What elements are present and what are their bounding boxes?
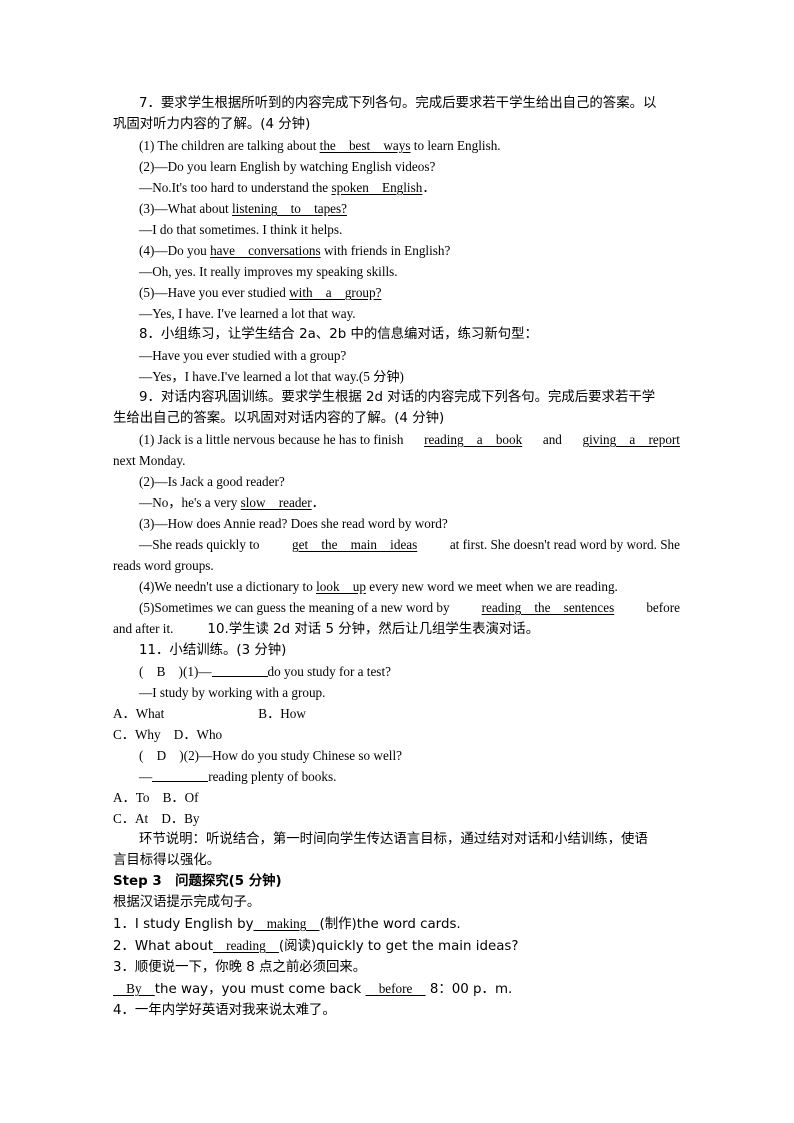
exercise-9-5-suffix: before <box>643 600 680 615</box>
exercise-7-3-answer: listening to tapes? <box>232 201 348 216</box>
exercise-7-5-answer-line: —Yes, I have. I've learned a lot that wa… <box>139 306 356 321</box>
exercise-7-3-answer-line: —I do that sometimes. I think it helps. <box>139 222 343 237</box>
exercise-7-1-suffix: to learn English. <box>410 138 501 153</box>
mc-question-2-options-row2: C．At D．By <box>113 811 200 826</box>
exercise-9-4-answer: look up <box>316 579 366 594</box>
exercise-7-2-answer-line: —No.It's too hard to understand the spok… <box>113 177 680 198</box>
mc-question-2-blank <box>152 768 209 782</box>
paragraph-item-8: 8．小组练习，让学生结合 2a、2b 中的信息编对话，练习新句型： <box>139 327 538 342</box>
mc-question-1-option-a: A．What <box>113 706 165 721</box>
exercise-9-5-prefix: (5)Sometimes we can guess the meaning of… <box>139 600 453 615</box>
exercise-9-1-prefix: (1) Jack is a little nervous because he … <box>139 432 407 447</box>
step3-exercise-2-prefix: 2．What about <box>113 939 213 954</box>
exercise-7-4-prefix: (4)—Do you <box>139 243 211 258</box>
item-8-dialogue-answer: —Yes，I have.I've learned a lot that way.… <box>139 369 404 384</box>
paragraph-item-10: 10.学生读 2d 对话 5 分钟，然后让几组学生表演对话。 <box>207 622 540 637</box>
step3-exercise-2-answer: reading <box>213 938 279 953</box>
exercise-7-2-question: (2)—Do you learn English by watching Eng… <box>139 159 436 174</box>
exercise-7-5-answer: with a group? <box>289 285 382 300</box>
exercise-7-3-prefix: (3)—What about <box>139 201 233 216</box>
mc-question-2-reply: — reading plenty of books. <box>113 766 680 787</box>
step3-exercise-1-prefix: 1．I study English by <box>113 917 254 932</box>
mc-question-1-text: do you study for a test? <box>267 664 391 679</box>
exercise-9-5-answer: reading the sentences <box>481 600 615 615</box>
item-8-dialogue-question: —Have you ever studied with a group? <box>139 348 347 363</box>
mc-question-1-options-row1: A．What B．How <box>113 703 680 724</box>
mc-question-2: ( D )(2)—How do you study Chinese so wel… <box>139 748 402 763</box>
exercise-7-1-prefix: (1) The children are talking about <box>139 138 320 153</box>
step3-exercise-2: 2．What about reading (阅读)quickly to get … <box>113 935 680 957</box>
step-3-subheading: 根据汉语提示完成句子。 <box>113 895 261 910</box>
exercise-7-3: (3)—What about listening to tapes? <box>113 198 680 219</box>
step3-exercise-3-answer-line: By the way，you must come back before 8：0… <box>113 978 680 1000</box>
section-note-line1: 环节说明：听说结合，第一时间向学生传达语言目标，通过结对对话和小结训练，使语 <box>139 832 648 847</box>
exercise-7-5: (5)—Have you ever studied with a group? <box>113 282 680 303</box>
exercise-9-5: (5)Sometimes we can guess the meaning of… <box>113 597 680 618</box>
step3-exercise-1-suffix: (制作)the word cards. <box>319 917 461 932</box>
exercise-9-4: (4)We needn't use a dictionary to look u… <box>113 576 680 597</box>
paragraph-item-11: 11．小结训练。(3 分钟) <box>139 643 287 658</box>
step3-exercise-1: 1．I study English by making (制作)the word… <box>113 913 680 935</box>
exercise-9-3-question: (3)—How does Annie read? Does she read w… <box>139 516 448 531</box>
exercise-7-4-answer-line: —Oh, yes. It really improves my speaking… <box>139 264 398 279</box>
mc-question-1-option-b: B．How <box>258 706 306 721</box>
exercise-9-4-suffix: every new word we meet when we are readi… <box>365 579 618 594</box>
step3-exercise-3-answer-2: before <box>365 981 426 996</box>
step3-exercise-3-answer-1: By <box>113 981 155 996</box>
exercise-9-2-answer-line: —No，he's a very slow reader． <box>113 492 680 513</box>
exercise-9-3-continuation: reads word groups. <box>113 558 214 573</box>
exercise-9-5-continuation-text: and after it. <box>113 621 174 636</box>
exercise-9-3-answer: get the main ideas <box>292 537 418 552</box>
step3-exercise-2-suffix: (阅读)quickly to get the main ideas? <box>278 939 519 954</box>
exercise-9-1-answer-2: giving a report <box>582 432 680 447</box>
mc-question-1-reply: —I study by working with a group. <box>139 685 326 700</box>
mc-question-1-options-row2: C．Why D．Who <box>113 727 223 742</box>
paragraph-item-7-line1: 7．要求学生根据所听到的内容完成下列各句。完成后要求若干学生给出自己的答案。以 <box>139 96 657 111</box>
exercise-9-3-answer-line: —She reads quickly to get the main ideas… <box>113 534 680 555</box>
mc-question-2-text: reading plenty of books. <box>208 769 337 784</box>
mc-question-1-marker: ( B )(1)— <box>139 664 212 679</box>
paragraph-item-7-line2: 巩固对听力内容的了解。(4 分钟) <box>113 117 311 132</box>
exercise-7-2-prefix: —No.It's too hard to understand the <box>139 180 332 195</box>
exercise-7-4: (4)—Do you have conversations with frien… <box>113 240 680 261</box>
exercise-7-2-suffix: ． <box>422 180 436 195</box>
exercise-9-2-suffix: ． <box>311 495 325 510</box>
document-page: 7．要求学生根据所听到的内容完成下列各句。完成后要求若干学生给出自己的答案。以 … <box>113 93 680 1021</box>
paragraph-item-9-line1: 9．对话内容巩固训练。要求学生根据 2d 对话的内容完成下列各句。完成后要求若干… <box>139 390 656 405</box>
exercise-7-2-answer: spoken English <box>331 180 423 195</box>
mc-question-1: ( B )(1)— do you study for a test? <box>113 661 680 682</box>
step3-exercise-1-answer: making <box>253 916 320 931</box>
step3-exercise-3-prompt: 3．顺便说一下，你晚 8 点之前必须回来。 <box>113 960 367 975</box>
exercise-7-4-suffix: with friends in English? <box>320 243 451 258</box>
exercise-7-1: (1) The children are talking about the b… <box>113 135 680 156</box>
mc-question-2-dash: — <box>139 769 153 784</box>
exercise-7-5-prefix: (5)—Have you ever studied <box>139 285 290 300</box>
exercise-9-1-continuation: next Monday. <box>113 453 186 468</box>
exercise-9-1-answer-1: reading a book <box>424 432 523 447</box>
exercise-9-1-conjunction: and <box>539 432 566 447</box>
exercise-9-5-continuation: and after it. 10.学生读 2d 对话 5 分钟，然后让几组学生表演… <box>113 618 680 640</box>
exercise-9-1: (1) Jack is a little nervous because he … <box>113 429 680 450</box>
exercise-9-2-prefix: —No，he's a very <box>139 495 241 510</box>
step3-exercise-3-middle: the way，you must come back <box>154 982 366 997</box>
paragraph-item-9-line2: 生给出自己的答案。以巩固对对话内容的了解。(4 分钟) <box>113 411 445 426</box>
exercise-9-2-question: (2)—Is Jack a good reader? <box>139 474 285 489</box>
exercise-9-4-prefix: (4)We needn't use a dictionary to <box>139 579 317 594</box>
step3-exercise-4-prompt: 4．一年内学好英语对我来说太难了。 <box>113 1003 336 1018</box>
exercise-7-1-answer: the best ways <box>319 138 411 153</box>
mc-question-2-options-row1: A．To B．Of <box>113 790 199 805</box>
exercise-9-2-answer: slow reader <box>240 495 312 510</box>
exercise-9-3-suffix: at first. She doesn't read word by word.… <box>446 537 680 552</box>
step3-exercise-3-suffix: 8：00 p．m. <box>425 982 513 997</box>
exercise-7-4-answer: have conversations <box>210 243 321 258</box>
section-note-line2: 言目标得以强化。 <box>113 853 221 868</box>
step-3-heading: Step 3 问题探究(5 分钟) <box>113 874 282 889</box>
exercise-9-3-prefix: —She reads quickly to <box>139 537 263 552</box>
mc-question-1-blank <box>211 663 268 677</box>
